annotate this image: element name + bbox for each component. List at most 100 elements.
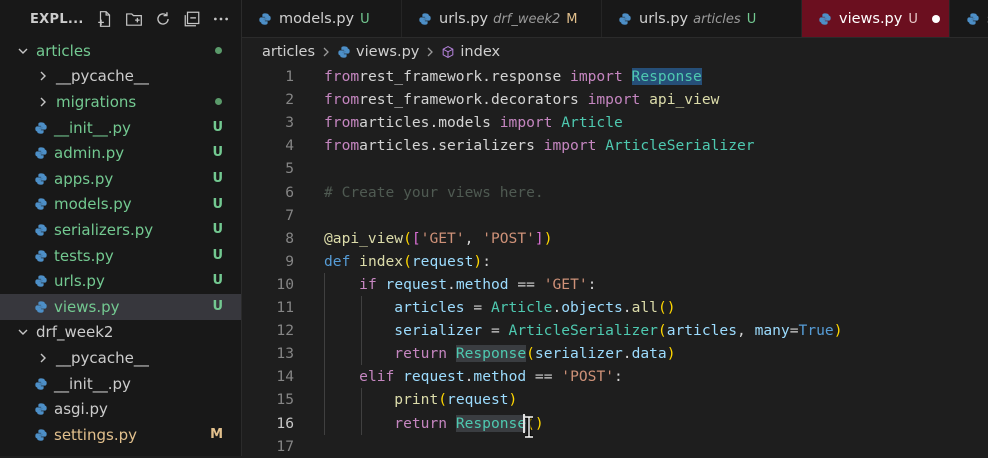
- code-line[interactable]: 14 elif request.method == 'POST':: [242, 365, 988, 388]
- line-number: 10: [276, 275, 294, 293]
- code-line[interactable]: 11 articles = Article.objects.all(): [242, 296, 988, 319]
- chevron-right-icon: [36, 69, 50, 83]
- breadcrumb-symbol[interactable]: index: [460, 44, 500, 60]
- code-token: ): [543, 229, 553, 247]
- code-token: # Create your views here.: [324, 183, 544, 201]
- chevron-right-icon: [36, 351, 50, 365]
- python-file-icon: [34, 274, 48, 288]
- tab-git-status: M: [566, 11, 578, 27]
- tab-models-py[interactable]: models.py U: [242, 0, 402, 37]
- python-file-icon: [34, 172, 48, 186]
- code-token: ): [666, 345, 676, 363]
- tree-item-label: drf_week2: [36, 323, 114, 342]
- code-token: print: [394, 391, 439, 409]
- tab-s[interactable]: s: [950, 0, 988, 37]
- tree-item-label: __init__.py: [54, 374, 131, 393]
- code-line[interactable]: 16 return Response(): [242, 412, 988, 435]
- tree-file-views-py[interactable]: views.py U: [0, 293, 241, 320]
- code-token: objects: [561, 299, 623, 316]
- tree-file-models-py[interactable]: models.py U: [0, 192, 241, 218]
- new-folder-icon[interactable]: [124, 9, 144, 29]
- code-token: articles.serializers: [359, 137, 544, 155]
- code-token: request: [385, 275, 448, 293]
- code-token: ==: [526, 368, 562, 386]
- tree-item-label: admin.py: [54, 144, 125, 163]
- code-token: from: [324, 114, 360, 132]
- code-text: return Response(serializer.data): [324, 345, 676, 363]
- line-number: 15: [276, 391, 294, 409]
- code-line[interactable]: 2 fromrest_framework.decorators import ap…: [242, 88, 988, 111]
- code-token: ArticleSerializer: [605, 137, 755, 155]
- code-line[interactable]: 7: [242, 204, 988, 227]
- tab-urls-py-articles[interactable]: urls.py articles U: [602, 0, 802, 37]
- code-text: # Create your views here.: [324, 184, 544, 201]
- code-line[interactable]: 12 serializer = ArticleSerializer(articl…: [242, 319, 988, 342]
- code-line[interactable]: 15 print(request): [242, 388, 988, 411]
- code-token: ): [508, 391, 518, 409]
- collapse-icon[interactable]: [182, 9, 202, 29]
- code-token: :: [482, 252, 491, 270]
- explorer-actions: [95, 9, 231, 29]
- tree-file-settings-py[interactable]: settings.py M: [0, 422, 241, 448]
- tree-file-tests-py[interactable]: tests.py U: [0, 243, 241, 269]
- tree-file-init-py[interactable]: __init__.py: [0, 371, 241, 397]
- tree-folder-pycache[interactable]: __pycache__: [0, 345, 241, 371]
- code-editor[interactable]: 1 fromrest_framework.response import Resp…: [242, 64, 988, 456]
- tree-item-label: models.py: [54, 195, 132, 214]
- code-line[interactable]: 6 # Create your views here.: [242, 181, 988, 204]
- code-token: method: [473, 368, 527, 386]
- code-line[interactable]: 3 fromarticles.models import Article: [242, 111, 988, 134]
- tree-item-label: __pycache__: [56, 348, 149, 367]
- code-token: :: [587, 275, 597, 293]
- code-line[interactable]: 1 fromrest_framework.response import Resp…: [242, 65, 988, 88]
- tree-folder-migrations[interactable]: migrations: [0, 89, 241, 115]
- line-number: 11: [276, 299, 294, 316]
- code-token: elif: [359, 368, 395, 386]
- code-token: 'GET': [420, 229, 465, 247]
- code-token: import: [587, 91, 641, 109]
- code-token: Article: [561, 114, 623, 132]
- tree-file-urls-py[interactable]: urls.py U: [0, 268, 241, 294]
- breadcrumb-file[interactable]: views.py: [356, 44, 419, 60]
- tab-views-py[interactable]: views.py U: [802, 0, 950, 37]
- code-line[interactable]: 13 return Response(serializer.data): [242, 342, 988, 365]
- tab-urls-py-drf-week2[interactable]: urls.py drf_week2 M: [402, 0, 602, 37]
- tree-file-init-py[interactable]: __init__.py U: [0, 115, 241, 141]
- tree-item-label: serializers.py: [54, 220, 154, 239]
- new-file-icon[interactable]: [95, 9, 115, 29]
- code-token: (: [403, 252, 412, 270]
- code-line[interactable]: 17: [242, 435, 988, 458]
- python-file-icon: [34, 121, 48, 135]
- code-token: api_view: [649, 91, 720, 109]
- code-line[interactable]: 4 fromarticles.serializers import Article…: [242, 134, 988, 157]
- code-line[interactable]: 9 def index(request):: [242, 250, 988, 273]
- chevron-right-icon: [425, 47, 435, 57]
- code-token: [: [411, 229, 421, 247]
- tree-file-asgi-py[interactable]: asgi.py: [0, 396, 241, 422]
- line-number: 1: [285, 68, 294, 85]
- breadcrumb-folder[interactable]: articles: [262, 44, 315, 60]
- tab-git-status: U: [746, 11, 757, 27]
- git-status-badge: U: [212, 119, 223, 135]
- more-icon[interactable]: [211, 9, 231, 29]
- tree-file-admin-py[interactable]: admin.py U: [0, 140, 241, 166]
- tree-folder-drf-week2[interactable]: drf_week2: [0, 320, 241, 346]
- code-line[interactable]: 5: [242, 157, 988, 180]
- tree-folder-pycache[interactable]: __pycache__: [0, 64, 241, 90]
- python-file-icon: [34, 249, 48, 263]
- code-line[interactable]: 8 @api_view(['GET', 'POST']): [242, 227, 988, 250]
- tree-file-serializers-py[interactable]: serializers.py U: [0, 217, 241, 243]
- code-token: Response: [455, 414, 527, 432]
- unsaved-dot-icon[interactable]: [931, 15, 940, 23]
- tree-file-apps-py[interactable]: apps.py U: [0, 166, 241, 192]
- tree-folder-articles[interactable]: articles: [0, 38, 241, 64]
- code-line[interactable]: 10 if request.method == 'GET':: [242, 273, 988, 296]
- code-token: :: [614, 368, 623, 386]
- code-token: many: [754, 322, 790, 340]
- refresh-icon[interactable]: [153, 9, 173, 29]
